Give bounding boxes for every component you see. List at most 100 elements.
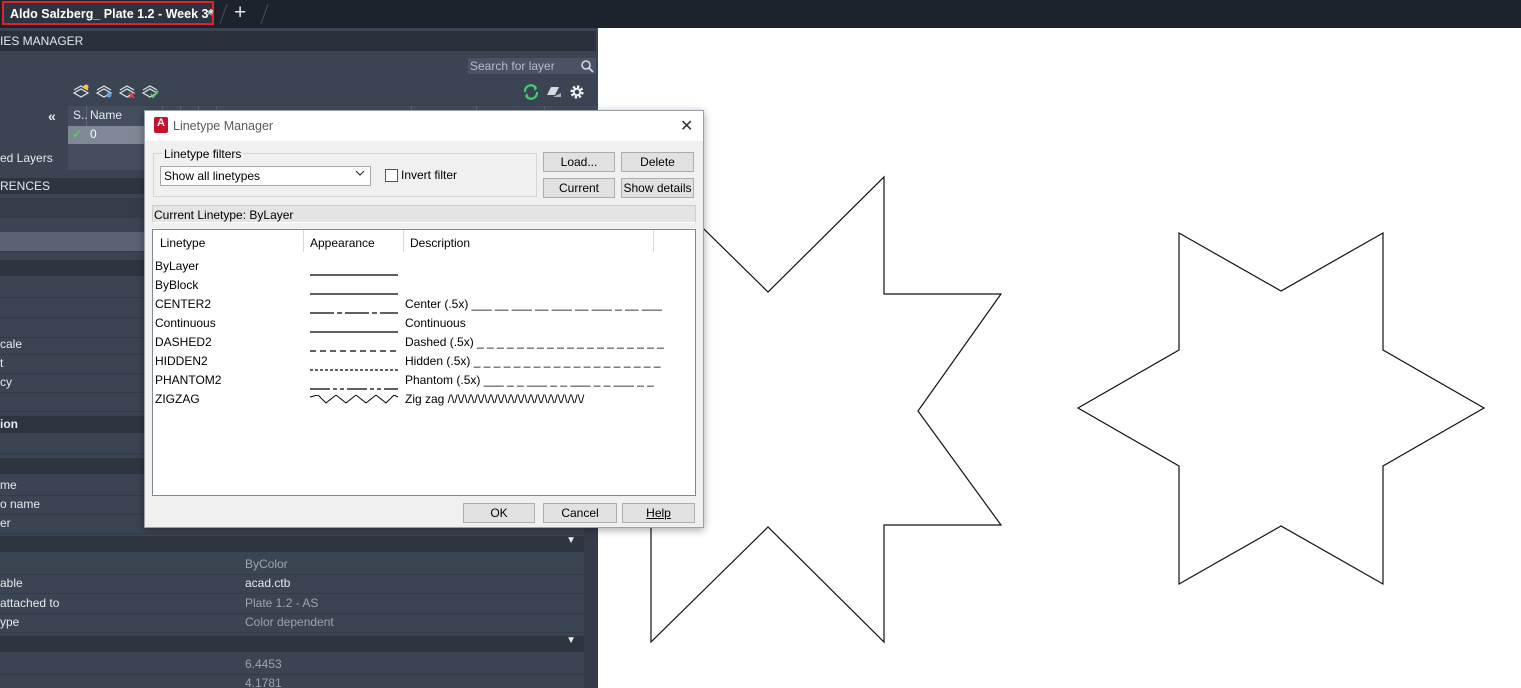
section-label: RENCES: [0, 179, 51, 193]
tree-item-used-layers[interactable]: ed Layers: [0, 151, 53, 165]
palette-title-bar[interactable]: IES MANAGER: [0, 31, 596, 51]
linetype-filter-select[interactable]: Show all linetypes: [160, 166, 371, 186]
show-details-button[interactable]: Show details: [621, 178, 694, 198]
linetype-row[interactable]: HIDDEN2 Hidden (.5x) _ _ _ _ _ _ _ _ _ _ …: [153, 353, 695, 372]
linetype-row[interactable]: DASHED2 Dashed (.5x) _ _ _ _ _ _ _ _ _ _ …: [153, 334, 695, 353]
dialog-title: Linetype Manager: [173, 119, 274, 133]
help-button[interactable]: Help: [622, 503, 695, 523]
chevron-down-icon: [355, 168, 365, 181]
column-header-appearance[interactable]: Appearance: [310, 236, 375, 250]
column-header-name[interactable]: Name: [90, 108, 122, 122]
linetype-manager-dialog: A Linetype Manager ✕ Linetype filters Sh…: [144, 110, 704, 528]
new-tab-button[interactable]: +: [234, 1, 246, 25]
linetype-row[interactable]: ZIGZAG Zig zag /\/\/\/\/\/\/\/\/\/\/\/\/\…: [153, 391, 695, 410]
current-button[interactable]: Current: [543, 178, 615, 198]
refresh-icon[interactable]: [522, 83, 540, 104]
invert-filter-label[interactable]: Invert filter: [401, 168, 457, 182]
row-label: attached to: [0, 596, 60, 610]
linetype-description: Dashed (.5x) _ _ _ _ _ _ _ _ _ _ _ _ _ _…: [405, 335, 664, 349]
row-label: me: [0, 478, 17, 492]
layer-row[interactable]: ✓ 0: [68, 126, 148, 144]
filter-select-value: Show all linetypes: [164, 169, 261, 183]
linetype-name: CENTER2: [155, 297, 212, 311]
linetype-name: PHANTOM2: [155, 373, 222, 387]
row-value: 4.1781: [245, 676, 282, 688]
linetype-name: ZIGZAG: [155, 392, 200, 406]
row-label: t: [0, 356, 4, 370]
column-header-linetype[interactable]: Linetype: [160, 236, 205, 250]
settings-gear-icon[interactable]: [568, 83, 586, 104]
row-label: cale: [0, 337, 23, 351]
linetype-row[interactable]: ByBlock: [153, 277, 695, 296]
layer-filter-tree: « ed Layers: [0, 106, 68, 170]
chevron-down-icon[interactable]: ▼: [566, 535, 576, 546]
new-layer-vp-frozen-icon[interactable]: [95, 83, 113, 99]
section-label: ion: [0, 417, 18, 431]
column-header-description[interactable]: Description: [410, 236, 470, 250]
document-tab-bar: Aldo Salzberg_ Plate 1.2 - Week 3* × +: [0, 0, 1521, 28]
palette-row[interactable]: 4.1781: [0, 674, 584, 688]
tab-divider: [219, 4, 228, 24]
close-tab-icon[interactable]: ×: [206, 6, 213, 20]
palette-title: IES MANAGER: [0, 34, 84, 48]
close-dialog-icon[interactable]: ✕: [680, 116, 693, 136]
palette-row[interactable]: able acad.ctb: [0, 574, 584, 594]
layer-states-icon[interactable]: [545, 84, 563, 103]
linetype-row[interactable]: ByLayer: [153, 258, 695, 277]
column-divider: [303, 230, 304, 252]
filters-group-label: Linetype filters: [162, 147, 244, 161]
new-layer-icon[interactable]: [72, 83, 90, 99]
row-label: able: [0, 576, 23, 590]
chevron-down-icon[interactable]: ▼: [566, 635, 576, 646]
delete-button[interactable]: Delete: [621, 152, 694, 172]
ok-button[interactable]: OK: [463, 503, 535, 523]
linetype-description: Continuous: [405, 316, 466, 330]
row-value: Color dependent: [245, 615, 334, 629]
row-value: acad.ctb: [245, 576, 291, 590]
document-tab[interactable]: Aldo Salzberg_ Plate 1.2 - Week 3* ×: [2, 1, 214, 25]
linetype-appearance-preview: [309, 394, 400, 408]
linetype-list[interactable]: Linetype Appearance Description ByLayer B…: [152, 229, 696, 496]
row-label: cy: [0, 375, 12, 389]
column-divider: [653, 230, 654, 252]
status-header-label: S..: [73, 108, 88, 122]
tab-divider: [260, 4, 269, 24]
document-tab-title: Aldo Salzberg_ Plate 1.2 - Week 3*: [10, 7, 214, 21]
linetype-row[interactable]: CENTER2 Center (.5x) ___ __ ___ __ ___ __…: [153, 296, 695, 315]
row-value: Plate 1.2 - AS: [245, 596, 319, 610]
layer-name: 0: [90, 127, 97, 141]
search-placeholder: Search for layer: [470, 59, 555, 73]
palette-row[interactable]: 6.4453: [0, 655, 584, 675]
section-plot-style[interactable]: ▼: [0, 535, 584, 552]
linetype-name: Continuous: [155, 316, 216, 330]
cancel-button[interactable]: Cancel: [543, 503, 617, 523]
load-button[interactable]: Load...: [543, 152, 615, 172]
linetype-description: Hidden (.5x) _ _ _ _ _ _ _ _ _ _ _ _ _ _…: [405, 354, 661, 368]
palette-row[interactable]: attached to Plate 1.2 - AS: [0, 594, 584, 614]
six-point-star: [1076, 231, 1486, 586]
row-label: er: [0, 516, 11, 530]
palette-row[interactable]: ype Color dependent: [0, 613, 584, 633]
linetype-name: ByBlock: [155, 278, 199, 292]
palette-row[interactable]: ByColor: [0, 555, 584, 575]
row-value: 6.4453: [245, 657, 282, 671]
current-linetype-label: Current Linetype: ByLayer: [154, 208, 294, 222]
dialog-title-bar[interactable]: A Linetype Manager ✕: [145, 111, 703, 141]
row-label: o name: [0, 497, 41, 511]
layer-search-input[interactable]: Search for layer: [468, 58, 596, 74]
invert-filter-checkbox[interactable]: [385, 169, 398, 182]
linetype-name: DASHED2: [155, 335, 212, 349]
column-header-status[interactable]: S..: [68, 106, 88, 126]
set-current-layer-icon[interactable]: [141, 83, 159, 99]
section-geometry[interactable]: ▼: [0, 635, 584, 652]
column-divider: [403, 230, 404, 252]
linetype-row[interactable]: Continuous Continuous: [153, 315, 695, 334]
current-linetype-bar: Current Linetype: ByLayer: [152, 205, 696, 223]
drawing-canvas[interactable]: [598, 28, 1521, 688]
linetype-description: Center (.5x) ___ __ ___ __ ___ __ ___ _ …: [405, 297, 662, 311]
linetype-filters-group: Linetype filters Show all linetypes Inve…: [153, 147, 537, 197]
search-icon[interactable]: [580, 59, 594, 76]
collapse-panel-icon[interactable]: «: [48, 108, 56, 124]
linetype-row[interactable]: PHANTOM2 Phantom (.5x) ___ _ _ ___ _ _ __…: [153, 372, 695, 391]
delete-layer-icon[interactable]: [118, 83, 136, 99]
